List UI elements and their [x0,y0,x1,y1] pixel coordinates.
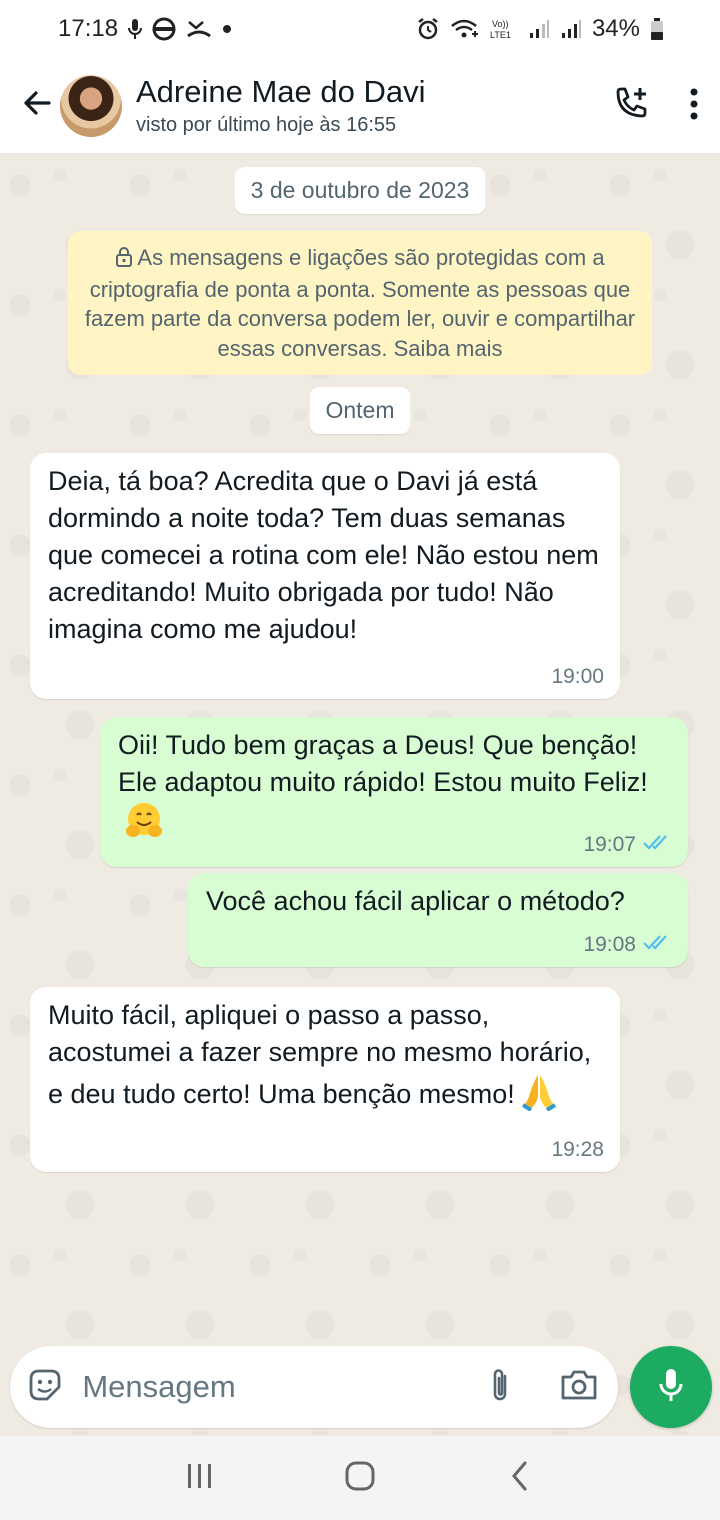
chat-area[interactable]: 3 de outubro de 2023 As mensagens e liga… [0,155,720,1435]
folded-hands-emoji [521,1071,557,1121]
header-actions [612,58,700,154]
svg-text:Vo)): Vo)) [492,19,509,29]
dot-icon [222,24,232,34]
wifi-calling-icon [450,18,480,40]
hugging-face-emoji [124,801,164,851]
message-text-wrap: Muito fácil, apliquei o passo a passo, a… [48,997,602,1121]
message-meta: 19:08 [583,933,672,957]
recent-apps-icon [185,1462,215,1495]
message-time: 19:07 [583,833,636,856]
back-button[interactable] [12,76,62,136]
message-text: Muito fácil, apliquei o passo a passo, a… [48,1000,592,1110]
paperclip-icon [488,1366,512,1409]
missed-call-icon [186,18,212,40]
read-ticks-icon [642,833,672,857]
battery-percent: 34% [591,15,640,42]
voice-record-button[interactable] [630,1346,712,1428]
chrome-icon [152,17,176,41]
message-composer [10,1346,618,1428]
battery-icon [650,17,664,41]
back-arrow-icon [21,87,53,124]
camera-icon [560,1368,598,1407]
attach-button[interactable] [481,1364,519,1410]
message-text: Oii! Tudo bem graças a Deus! Que benção!… [118,730,648,797]
message-time: 19:00 [551,665,604,688]
message-meta: 19:00 [551,665,604,689]
mic-icon [128,18,143,40]
message-text: Você achou fácil aplicar o método? [206,886,625,916]
message-bubble-incoming[interactable]: Muito fácil, apliquei o passo a passo, a… [30,987,620,1172]
camera-button[interactable] [560,1367,598,1407]
signal-icon [528,18,550,40]
more-options-button[interactable] [688,87,700,126]
alarm-icon [416,17,440,41]
add-call-icon [612,84,652,129]
sticker-button[interactable] [26,1367,64,1407]
status-time: 17:18 [58,15,119,42]
contact-info[interactable]: Adreine Mae do Davi visto por último hoj… [136,73,426,139]
date-separator: Ontem [309,387,411,434]
message-bubble-incoming[interactable]: Deia, tá boa? Acredita que o Davi já est… [30,453,620,699]
message-time: 19:08 [583,933,636,956]
message-time: 19:28 [551,1138,604,1161]
status-right: Vo)) LTE1 34% [416,15,664,43]
message-meta: 19:28 [551,1138,604,1162]
more-vert-icon [688,87,700,126]
message-meta: 19:07 [583,833,672,857]
home-button[interactable] [335,1453,385,1503]
message-bubble-outgoing[interactable]: Oii! Tudo bem graças a Deus! Que benção!… [100,717,688,867]
message-input[interactable] [82,1369,482,1405]
chat-header: Adreine Mae do Davi visto por último hoj… [0,58,720,154]
avatar[interactable] [60,74,122,137]
lock-icon [115,245,133,275]
read-ticks-icon [642,933,672,957]
recent-apps-button[interactable] [175,1453,225,1503]
back-nav-button[interactable] [495,1453,545,1503]
status-bar: 17:18 Vo)) LTE1 34% [0,0,720,58]
message-text: Deia, tá boa? Acredita que o Davi já est… [48,466,599,644]
last-seen-status: visto por último hoje às 16:55 [136,113,397,136]
system-nav-bar [0,1436,720,1520]
mic-icon [658,1367,684,1408]
add-call-button[interactable] [612,84,652,129]
date-separator: 3 de outubro de 2023 [234,167,486,214]
svg-text:LTE1: LTE1 [490,30,511,40]
chevron-left-icon [509,1460,531,1497]
message-bubble-outgoing[interactable]: Você achou fácil aplicar o método? 19:08 [188,873,688,967]
home-icon [344,1461,376,1496]
volte-icon: Vo)) LTE1 [490,17,518,41]
sticker-icon [27,1367,63,1408]
encryption-notice[interactable]: As mensagens e ligações são protegidas c… [68,231,652,375]
encryption-text: As mensagens e ligações são protegidas c… [84,245,636,361]
contact-name: Adreine Mae do Davi [136,73,426,109]
status-left: 17:18 [58,15,232,43]
signal-icon [560,18,582,40]
